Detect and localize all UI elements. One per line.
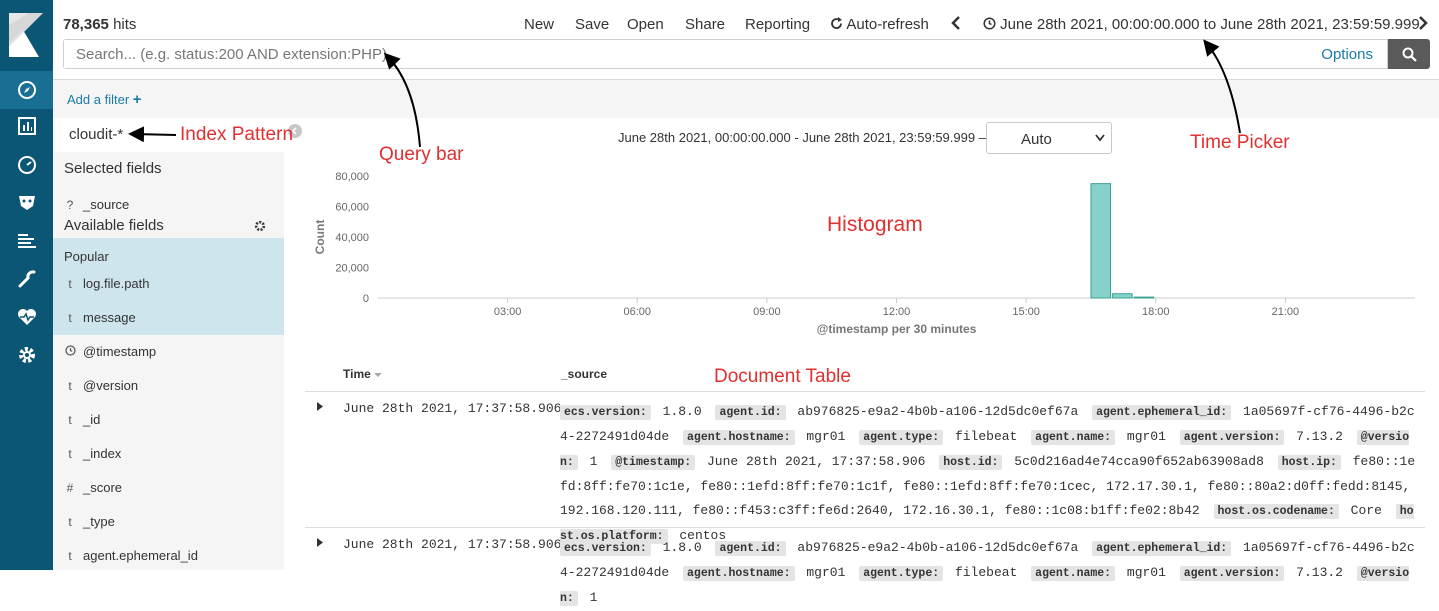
annotation-index-pattern: Index Pattern bbox=[180, 124, 294, 145]
query-bar-arrow bbox=[383, 52, 421, 148]
source-field-value: 1 bbox=[589, 590, 598, 605]
time-picker-arrow bbox=[1203, 39, 1241, 134]
annotation-arrows bbox=[128, 39, 1241, 148]
index-pattern-arrow bbox=[128, 126, 177, 143]
annotation-document-table: Document Table bbox=[714, 366, 851, 387]
annotation-query-bar: Query bar bbox=[379, 144, 464, 165]
annotation-time-picker: Time Picker bbox=[1190, 132, 1290, 153]
annotation-histogram: Histogram bbox=[827, 213, 923, 236]
